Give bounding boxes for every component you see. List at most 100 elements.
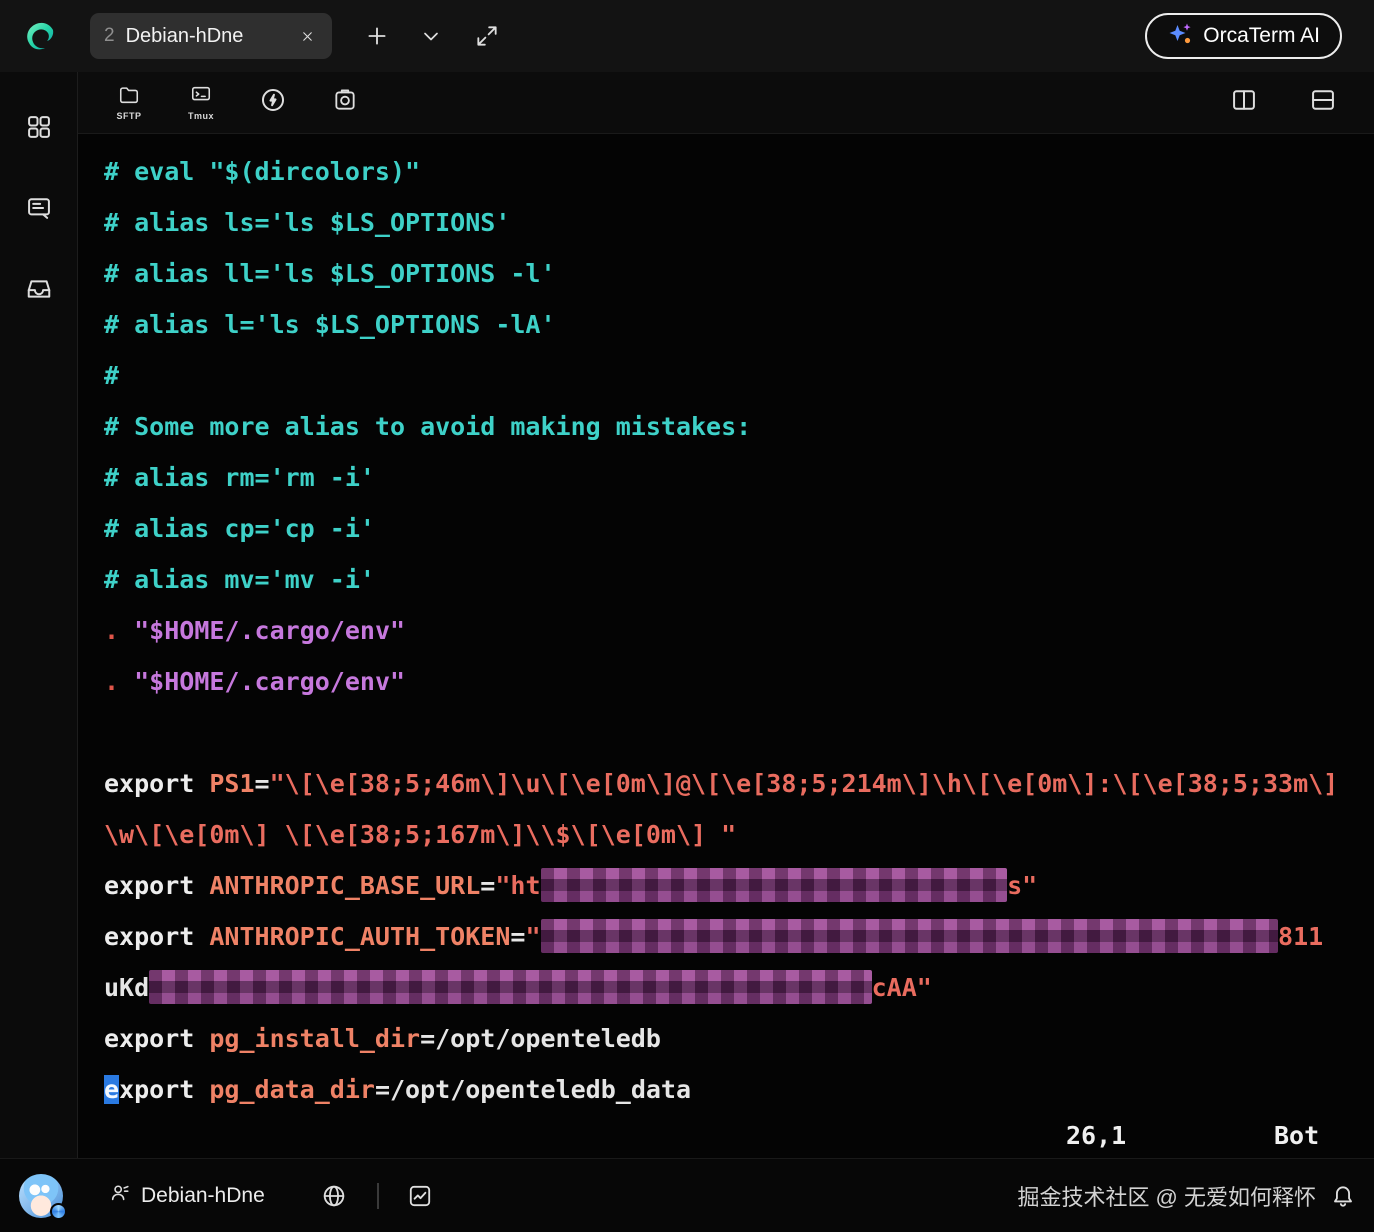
avatar-badge-icon — [50, 1203, 67, 1220]
terminal-text: \w\[\e[0m\] \[\e[38;5;167m\]\\$\[\e[0m\]… — [104, 820, 736, 849]
terminal-line: # — [104, 350, 1374, 401]
terminal-text: # alias ll='ls $LS_OPTIONS -l' — [104, 259, 556, 288]
terminal-text: . — [104, 616, 119, 645]
terminal-line: export PS1="\[\e[38;5;46m\]\u\[\e[0m\]@\… — [104, 758, 1374, 809]
terminal[interactable]: # eval "$(dircolors)" # alias ls='ls $LS_… — [78, 134, 1374, 1158]
screen-capture-button[interactable] — [327, 72, 363, 134]
terminal-line: uKd cAA" — [104, 962, 1374, 1013]
terminal-text: pg_install_dir — [209, 1024, 420, 1053]
new-tab-button[interactable] — [360, 19, 394, 53]
title-bar: 2 Debian-hDne OrcaTerm AI — [0, 0, 1374, 72]
tab-index: 2 — [104, 25, 115, 47]
terminal-text: export — [104, 1024, 209, 1053]
terminal-text: = — [480, 871, 495, 900]
terminal-text: = — [510, 922, 525, 951]
bell-icon[interactable] — [1330, 1183, 1356, 1209]
redacted-secret — [149, 970, 871, 1004]
terminal-line: export ANTHROPIC_BASE_URL="hts" — [104, 860, 1374, 911]
chevron-down-icon[interactable] — [414, 19, 448, 53]
terminal-line: # alias ls='ls $LS_OPTIONS' — [104, 197, 1374, 248]
terminal-line: \w\[\e[0m\] \[\e[38;5;167m\]\\$\[\e[0m\]… — [104, 809, 1374, 860]
status-bar: Debian-hDne 掘金技术社区 @ 无爱如何释怀 — [0, 1158, 1374, 1232]
terminal-line: # eval "$(dircolors)" — [104, 146, 1374, 197]
terminal-line: # alias l='ls $LS_OPTIONS -lA' — [104, 299, 1374, 350]
divider — [377, 1183, 379, 1209]
terminal-text: # — [104, 361, 119, 390]
tmux-label: Tmux — [188, 111, 214, 121]
vim-cursor-position: 26,1 — [1066, 1121, 1126, 1150]
tmux-terminal-icon — [189, 84, 213, 111]
terminal-text: = — [255, 769, 270, 798]
sftp-label: SFTP — [116, 111, 141, 121]
orcaterm-ai-button[interactable]: OrcaTerm AI — [1145, 13, 1342, 59]
split-vertical-icon — [1230, 86, 1258, 119]
terminal-line: . "$HOME/.cargo/env" — [104, 605, 1374, 656]
terminal-text: cAA" — [872, 973, 932, 1002]
host-list-icon[interactable] — [0, 193, 78, 223]
terminal-output: # eval "$(dircolors)" # alias ls='ls $LS_… — [104, 146, 1374, 1115]
screen-capture-icon — [332, 87, 358, 118]
lightning-circle-icon — [259, 86, 287, 119]
terminal-text: "ht — [495, 871, 540, 900]
terminal-text: ANTHROPIC_AUTH_TOKEN — [209, 922, 510, 951]
ai-button-label: OrcaTerm AI — [1203, 24, 1320, 48]
pane-split-group — [1226, 72, 1341, 134]
terminal-text: " — [525, 922, 540, 951]
terminal-line: # alias mv='mv -i' — [104, 554, 1374, 605]
terminal-text: export — [104, 871, 209, 900]
terminal-text: # alias mv='mv -i' — [104, 565, 375, 594]
tab-title: Debian-hDne — [126, 25, 244, 48]
redacted-secret — [541, 919, 1279, 953]
quick-command-button[interactable] — [255, 72, 291, 134]
expand-icon[interactable] — [470, 19, 504, 53]
tmux-button[interactable]: Tmux — [183, 72, 219, 134]
terminal-text: =/opt/openteledb — [420, 1024, 661, 1053]
tab-debian-hdne[interactable]: 2 Debian-hDne — [90, 13, 332, 59]
vim-scroll-indicator: Bot — [1274, 1121, 1319, 1150]
user-avatar[interactable] — [19, 1174, 63, 1218]
terminal-toolbar: SFTP Tmux — [78, 72, 1374, 134]
terminal-text — [119, 667, 134, 696]
terminal-line: export pg_install_dir=/opt/openteledb — [104, 1013, 1374, 1064]
terminal-text: # alias rm='rm -i' — [104, 463, 375, 492]
split-horizontal-icon — [1309, 86, 1337, 119]
session-name: Debian-hDne — [141, 1184, 265, 1208]
terminal-text: 811 — [1278, 922, 1323, 951]
vim-cursor: e — [104, 1075, 119, 1104]
terminal-line: . "$HOME/.cargo/env" — [104, 656, 1374, 707]
chart-icon[interactable] — [407, 1183, 433, 1209]
terminal-text: pg_data_dir — [209, 1075, 375, 1104]
inbox-icon[interactable] — [0, 274, 78, 304]
terminal-text: xport — [119, 1075, 209, 1104]
globe-icon[interactable] — [321, 1183, 347, 1209]
terminal-text: # alias cp='cp -i' — [104, 514, 375, 543]
terminal-text: "$HOME/.cargo/env" — [134, 616, 405, 645]
terminal-text: # eval "$(dircolors)" — [104, 157, 420, 186]
split-vertical-button[interactable] — [1226, 72, 1262, 134]
terminal-text: PS1 — [209, 769, 254, 798]
app-logo-icon[interactable] — [19, 15, 61, 57]
split-horizontal-button[interactable] — [1305, 72, 1341, 134]
terminal-line: # alias ll='ls $LS_OPTIONS -l' — [104, 248, 1374, 299]
terminal-text: "$HOME/.cargo/env" — [134, 667, 405, 696]
terminal-text: uKd — [104, 973, 149, 1002]
user-session-icon — [109, 1182, 131, 1209]
redacted-secret — [541, 868, 1008, 902]
terminal-text: =/opt/openteledb_data — [375, 1075, 691, 1104]
left-sidebar — [0, 72, 78, 1158]
terminal-line: # alias cp='cp -i' — [104, 503, 1374, 554]
terminal-line: export ANTHROPIC_AUTH_TOKEN="811 — [104, 911, 1374, 962]
apps-grid-icon[interactable] — [0, 112, 78, 142]
terminal-text: # alias ls='ls $LS_OPTIONS' — [104, 208, 510, 237]
terminal-text: . — [104, 667, 119, 696]
close-icon[interactable] — [296, 25, 318, 47]
session-selector[interactable]: Debian-hDne — [109, 1182, 265, 1209]
folder-icon — [117, 84, 141, 111]
sparkle-icon — [1167, 21, 1193, 52]
terminal-text: export — [104, 769, 209, 798]
watermark-text: 掘金技术社区 @ 无爱如何释怀 — [1017, 1180, 1316, 1212]
terminal-line: # alias rm='rm -i' — [104, 452, 1374, 503]
terminal-text — [119, 616, 134, 645]
sftp-button[interactable]: SFTP — [111, 72, 147, 134]
terminal-text: ANTHROPIC_BASE_URL — [209, 871, 480, 900]
